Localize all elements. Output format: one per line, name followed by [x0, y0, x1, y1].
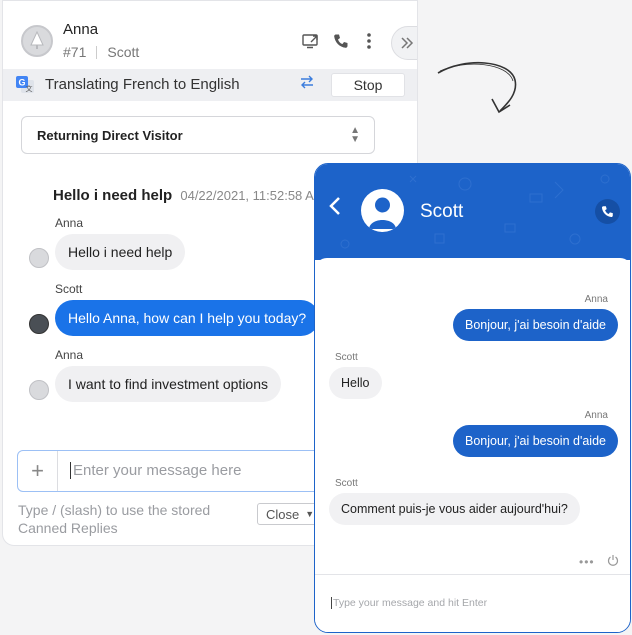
widget-header: Scott	[315, 164, 630, 260]
visitor-avatar-small	[29, 380, 49, 400]
svg-text:文: 文	[26, 84, 33, 93]
svg-text:G: G	[18, 78, 25, 88]
translation-status-text: Translating French to English	[45, 76, 240, 93]
visitor-type-select[interactable]: Returning Direct Visitor ▲ ▼	[21, 116, 375, 154]
user-avatar-icon	[369, 197, 396, 229]
close-chat-label: Close	[266, 506, 300, 522]
message-input[interactable]: Enter your message here	[70, 462, 241, 479]
add-attachment-button[interactable]: +	[18, 451, 58, 491]
widget-message-input[interactable]: Type your message and hit Enter	[315, 574, 630, 632]
chevron-down-icon: ▼	[305, 509, 315, 519]
agent-message-composer[interactable]: + Enter your message here	[17, 450, 337, 492]
message-sender: Anna	[55, 216, 84, 230]
divider	[96, 46, 98, 59]
sent-message-bubble: Bonjour, j'ai besoin d'aide	[453, 309, 618, 341]
collapse-chevron-icon	[401, 37, 414, 49]
more-options-button[interactable]	[359, 31, 379, 51]
agent-chat-header: Anna #71 Scott	[3, 1, 417, 69]
widget-message-list: Anna Bonjour, j'ai besoin d'aide Scott H…	[315, 258, 630, 576]
collapse-panel-button[interactable]	[391, 26, 417, 60]
message-sender: Anna	[55, 348, 84, 362]
agent-avatar-small	[29, 314, 49, 334]
back-button[interactable]	[329, 196, 341, 222]
agent-message-bubble: Hello Anna, how can I help you today?	[55, 300, 320, 336]
first-message-text: Hello i need help	[53, 187, 173, 204]
canned-replies-hint: Type / (slash) to use the stored Canned …	[18, 502, 211, 536]
widget-call-button[interactable]	[595, 199, 620, 224]
stop-translation-button[interactable]: Stop	[331, 73, 405, 97]
swap-arrows-icon	[301, 75, 313, 89]
google-translate-icon: G 文	[16, 76, 34, 93]
call-button[interactable]	[331, 31, 351, 51]
back-chevron-icon	[329, 197, 340, 215]
screen-share-icon	[302, 34, 318, 49]
message-sender: Anna	[584, 410, 608, 421]
first-message-timestamp: 04/22/2021, 11:52:58 A	[180, 188, 314, 203]
chat-id: #71	[63, 44, 87, 60]
received-message-bubble: Hello	[329, 367, 382, 399]
message-sender: Scott	[335, 478, 358, 489]
sent-message-bubble: Bonjour, j'ai besoin d'aide	[453, 425, 618, 457]
message-sender: Scott	[335, 352, 358, 363]
message-sender: Anna	[584, 294, 608, 305]
chat-meta: #71 Scott	[63, 44, 139, 60]
widget-title: Scott	[420, 201, 464, 222]
conversation-first-message: Hello i need help 04/22/2021, 11:52:58 A	[53, 187, 314, 204]
received-message-bubble: Comment puis-je vous aider aujourd'hui?	[329, 493, 580, 525]
message-sender: Scott	[55, 282, 83, 296]
tree-logo-icon	[30, 31, 44, 49]
phone-icon	[601, 206, 613, 218]
visitor-type-value: Returning Direct Visitor	[37, 127, 183, 143]
screen-share-button[interactable]	[301, 31, 321, 51]
swap-languages-button[interactable]	[299, 75, 315, 94]
end-chat-button[interactable]	[607, 553, 619, 571]
plus-icon: +	[31, 458, 44, 483]
visitor-message-bubble: Hello i need help	[55, 234, 186, 270]
widget-more-options[interactable]: •••	[579, 555, 595, 569]
sort-updown-icon: ▲ ▼	[350, 125, 360, 145]
visitor-avatar	[21, 25, 53, 57]
curved-arrow-icon	[437, 61, 517, 114]
more-vertical-icon	[367, 33, 371, 49]
power-icon	[607, 555, 619, 566]
assigned-agent-name: Scott	[107, 44, 140, 60]
visitor-name: Anna	[63, 21, 99, 38]
visitor-avatar-small	[29, 248, 49, 268]
translation-bar: G 文 Translating French to English Stop	[3, 69, 417, 101]
widget-input-placeholder: Type your message and hit Enter	[331, 597, 488, 609]
close-chat-select[interactable]: Close ▼	[257, 503, 321, 525]
phone-icon	[334, 34, 348, 48]
visitor-message-bubble: I want to find investment options	[55, 366, 281, 402]
agent-avatar	[361, 189, 404, 232]
visitor-chat-widget: Scott Anna Bonjour, j'ai besoin d'aide S…	[314, 163, 631, 633]
